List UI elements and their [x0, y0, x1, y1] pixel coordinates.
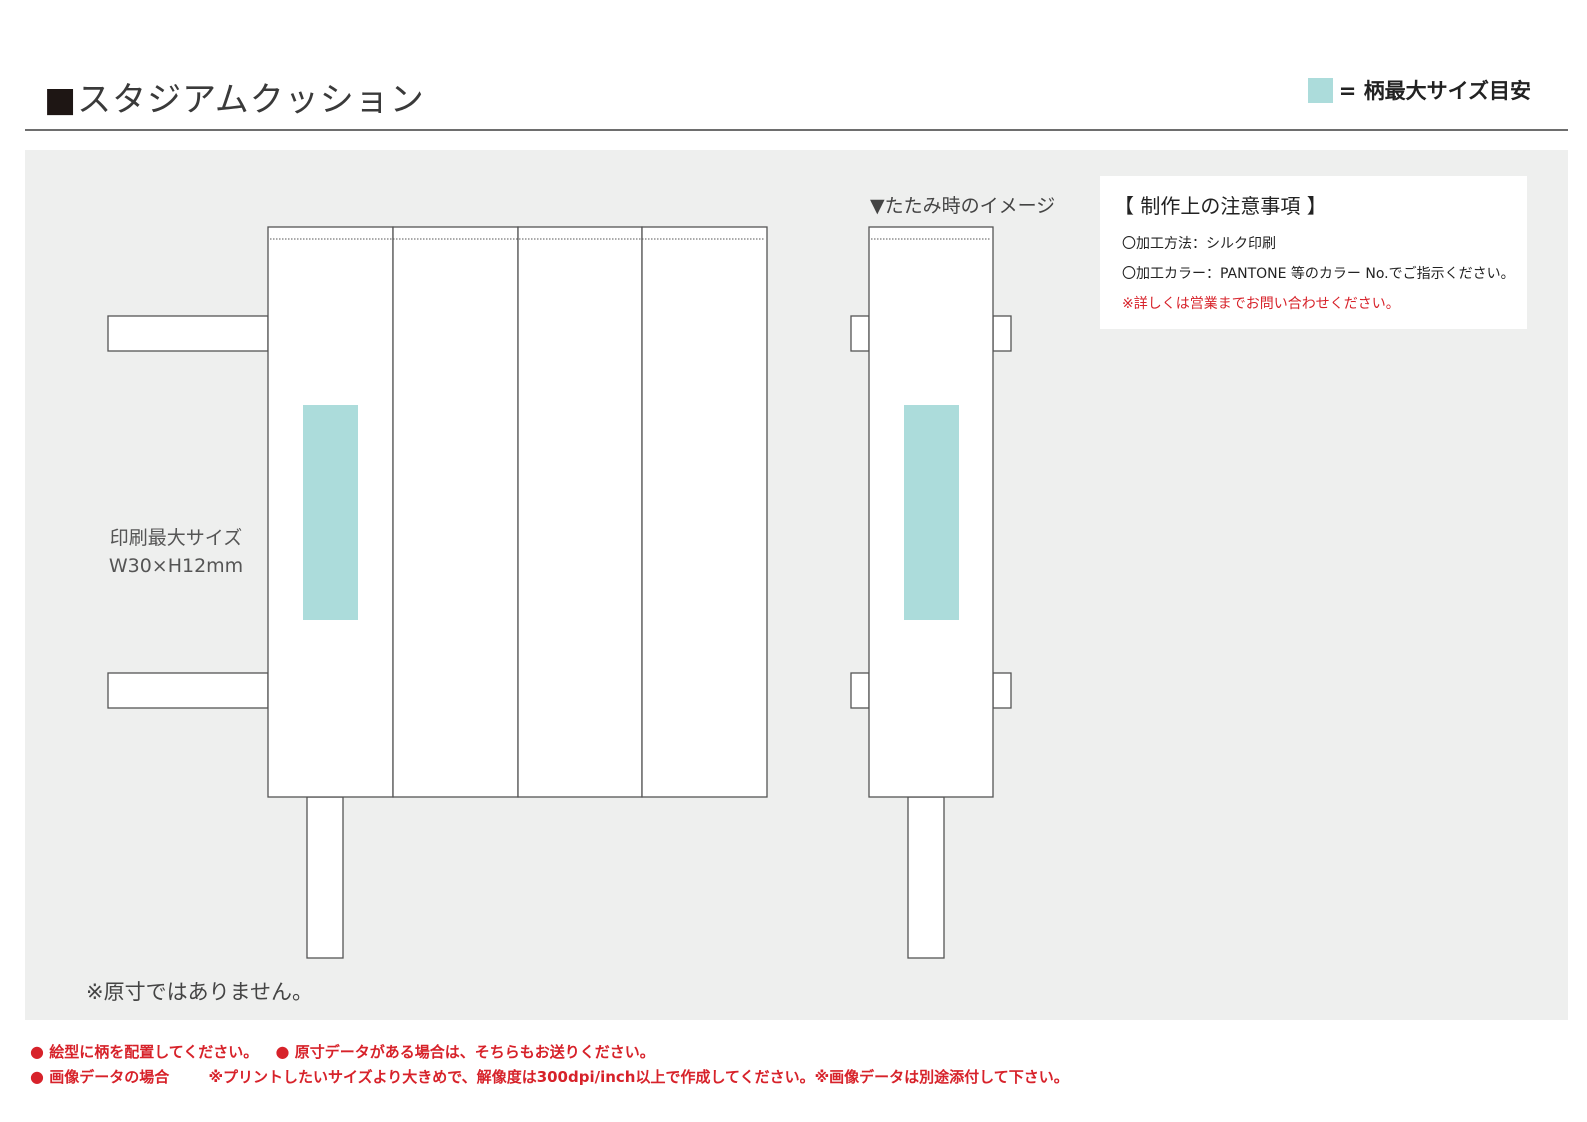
- bullet-icon: ●: [30, 1067, 44, 1086]
- folded-upper-right-tab: [992, 315, 1012, 352]
- upper-left-strap: [107, 315, 269, 352]
- cushion-panel-4: [641, 226, 768, 798]
- print-size-value: W30×H12mm: [108, 555, 244, 577]
- folded-bottom-handle: [907, 796, 945, 959]
- lower-left-strap: [107, 672, 269, 709]
- folded-upper-left-tab: [850, 315, 870, 352]
- folded-print-area: [904, 405, 959, 620]
- print-area: [303, 405, 358, 620]
- notes-contact: ※詳しくは営業までお問い合わせください。: [1122, 296, 1400, 312]
- bottom-handle: [306, 796, 344, 959]
- bullet-icon: ●: [30, 1042, 44, 1061]
- footer-line-1: ● 絵型に柄を配置してください。 ● 原寸データがある場合は、そちらもお送りくだ…: [30, 1041, 655, 1062]
- folded-lower-right-tab: [992, 672, 1012, 709]
- notes-method: 〇加工方法：シルク印刷: [1122, 236, 1276, 252]
- bullet-icon: ●: [275, 1042, 290, 1061]
- cushion-panel-3: [517, 226, 643, 798]
- print-size-label: 印刷最大サイズ: [109, 527, 243, 549]
- folded-image-label: ▼たたみ時のイメージ: [870, 195, 1056, 217]
- footer-line-2: ● 画像データの場合 ※プリントしたいサイズより大きめで、解像度は300dpi/…: [30, 1066, 1069, 1087]
- scale-note: ※原寸ではありません。: [86, 980, 313, 1004]
- folded-lower-left-tab: [850, 672, 870, 709]
- footer-item-2: 原寸データがある場合は、そちらもお送りください。: [294, 1043, 655, 1061]
- production-notes: 【 制作上の注意事項 】 〇加工方法：シルク印刷 〇加工カラー：PANTONE …: [1100, 176, 1527, 329]
- cushion-panel-2: [392, 226, 519, 798]
- footer-item-3-detail: ※プリントしたいサイズより大きめで、解像度は300dpi/inch以上で作成して…: [208, 1068, 1069, 1086]
- notes-heading: 【 制作上の注意事項 】: [1114, 194, 1327, 218]
- footer-item-3: 画像データの場合: [49, 1068, 170, 1086]
- print-size-annotation: 印刷最大サイズ W30×H12mm: [96, 524, 256, 580]
- notes-color: 〇加工カラー：PANTONE 等のカラー No.でご指示ください。: [1122, 266, 1515, 282]
- footer-item-1: 絵型に柄を配置してください。: [49, 1043, 259, 1061]
